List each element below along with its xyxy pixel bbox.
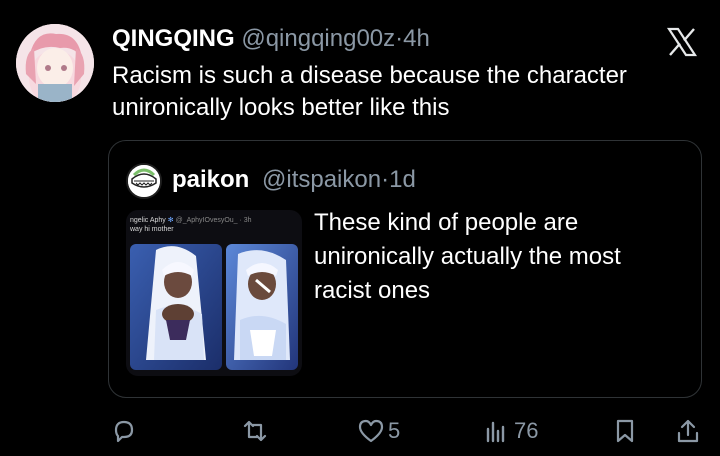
like-button[interactable]: 5 xyxy=(356,416,400,446)
anime-art-images xyxy=(130,244,298,370)
author-name[interactable]: QINGQING xyxy=(112,25,235,52)
quote-text-line: These kind of people are xyxy=(314,209,579,236)
bookmark-button[interactable] xyxy=(612,416,638,446)
share-button[interactable] xyxy=(674,416,702,446)
quote-author-name[interactable]: paikon xyxy=(172,163,249,197)
quote-text-line: unironically actually the most xyxy=(314,243,621,270)
like-count: 5 xyxy=(388,418,401,443)
quote-author-meta: @itspaikon·1d xyxy=(262,163,416,197)
quote-time[interactable]: 1d xyxy=(389,166,416,193)
tweet-text: Racism is such a disease because the cha… xyxy=(112,60,702,124)
quote-text-line: racist ones xyxy=(314,277,431,304)
share-icon xyxy=(677,419,699,443)
quote-author-handle[interactable]: @itspaikon xyxy=(262,166,381,193)
separator-dot: · xyxy=(395,25,404,52)
quote-author-avatar[interactable] xyxy=(126,163,162,199)
author-avatar[interactable] xyxy=(16,24,94,102)
tweet-text-line: Racism is such a disease because the cha… xyxy=(112,62,627,89)
retweet-button[interactable] xyxy=(240,416,270,446)
quote-text: These kind of people are unironically ac… xyxy=(314,206,694,308)
reply-button[interactable] xyxy=(110,416,138,446)
views-button[interactable]: 76 xyxy=(482,416,538,446)
tweet-time[interactable]: 4h xyxy=(403,25,430,52)
avatar-illustration xyxy=(16,24,94,102)
reply-icon xyxy=(114,420,134,443)
tweet-header: QINGQING @qingqing00z·4h xyxy=(112,24,660,54)
quote-media-thumbnail[interactable]: ngelic Aphy ✻ @_AphyIOvesyOu_ · 3h way h… xyxy=(126,210,302,376)
separator-dot: · xyxy=(381,166,390,193)
heart-icon xyxy=(358,419,384,443)
quote-avatar-illustration xyxy=(128,165,160,197)
bookmark-icon xyxy=(616,419,634,443)
view-count: 76 xyxy=(514,418,539,443)
tweet-text-line: unironically looks better like this xyxy=(112,94,450,121)
x-logo-icon xyxy=(666,27,698,57)
action-bar: 5 76 xyxy=(0,410,720,454)
views-icon xyxy=(486,421,505,443)
retweet-icon xyxy=(243,420,267,442)
author-handle[interactable]: @qingqing00z xyxy=(241,25,395,52)
